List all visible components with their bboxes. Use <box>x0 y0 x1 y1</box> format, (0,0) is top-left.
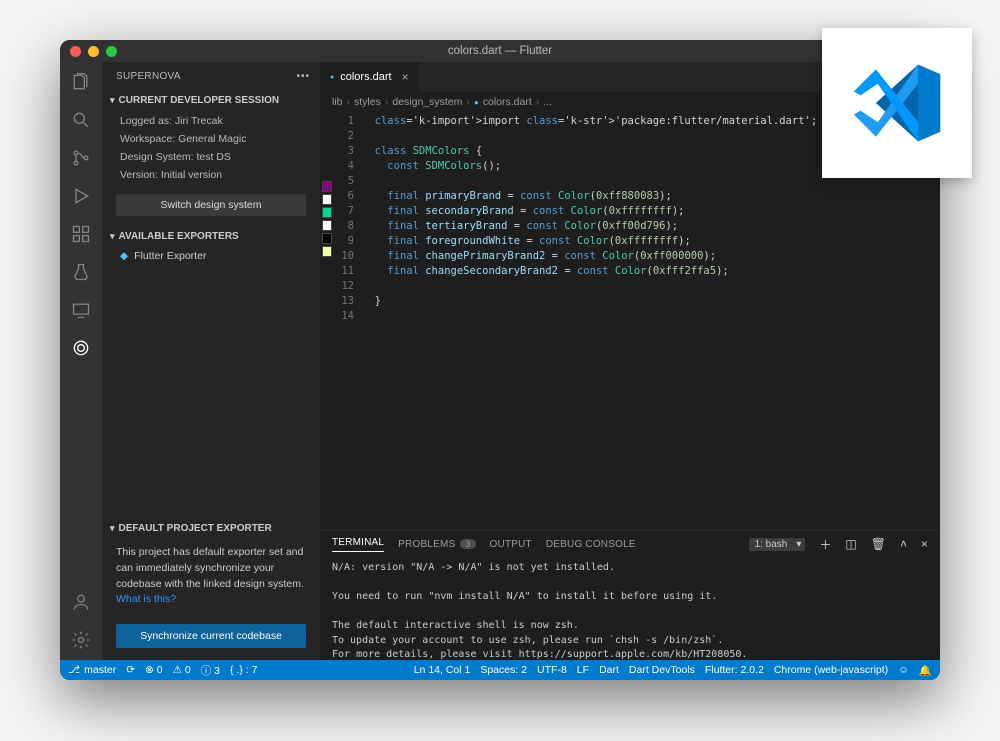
git-branch-icon: ⎇ <box>68 664 80 676</box>
section-label: DEFAULT PROJECT EXPORTER <box>119 523 272 534</box>
status-braces[interactable]: { .} : 7 <box>230 664 257 676</box>
status-info[interactable]: ⓘ 3 <box>201 663 220 678</box>
explorer-icon[interactable] <box>69 70 93 94</box>
terminal-selector[interactable]: 1: bash ▾ <box>749 538 806 551</box>
dart-file-icon: ● <box>474 98 479 107</box>
switch-design-system-button[interactable]: Switch design system <box>116 194 306 216</box>
terminal-output[interactable]: N/A: version "N/A -> N/A" is not yet ins… <box>320 557 940 660</box>
panel-tab-debug[interactable]: DEBUG CONSOLE <box>546 539 636 550</box>
sidebar-header: SUPERNOVA ••• <box>102 62 320 90</box>
vscode-window: colors.dart — Flutter <box>60 40 940 680</box>
status-language[interactable]: Dart <box>599 664 619 676</box>
more-icon[interactable]: ••• <box>296 71 310 82</box>
breadcrumb-item[interactable]: colors.dart <box>483 96 532 108</box>
settings-gear-icon[interactable] <box>69 628 93 652</box>
tab-label: colors.dart <box>340 71 391 83</box>
status-branch[interactable]: ⎇ master <box>68 664 116 676</box>
section-developer-session[interactable]: ▾ CURRENT DEVELOPER SESSION <box>102 90 320 111</box>
testing-icon[interactable] <box>69 260 93 284</box>
breadcrumb-item[interactable]: ... <box>543 96 552 108</box>
status-bell-icon[interactable]: 🔔 <box>919 664 932 677</box>
status-eol[interactable]: LF <box>577 664 589 676</box>
flutter-icon: ◆ <box>120 250 128 262</box>
status-branch-label: master <box>84 664 116 676</box>
remote-icon[interactable] <box>69 298 93 322</box>
terminal-selector-label: 1: bash <box>755 539 788 550</box>
status-errors[interactable]: ⊗ 0 <box>145 664 163 676</box>
breadcrumb-item[interactable]: design_system <box>392 96 462 108</box>
color-swatch-gutter <box>320 112 332 530</box>
section-label: CURRENT DEVELOPER SESSION <box>119 95 280 106</box>
status-feedback-icon[interactable]: ☺ <box>898 664 909 676</box>
chevron-down-icon: ▾ <box>110 231 115 242</box>
traffic-lights <box>70 46 117 57</box>
synchronize-codebase-button[interactable]: Synchronize current codebase <box>116 624 306 648</box>
status-cursor[interactable]: Ln 14, Col 1 <box>414 664 471 676</box>
extensions-icon[interactable] <box>69 222 93 246</box>
split-terminal-icon[interactable]: ◫ <box>845 537 856 551</box>
default-exporter-text: This project has default exporter set an… <box>102 539 320 618</box>
exporter-label: Flutter Exporter <box>134 250 206 262</box>
sidebar-title: SUPERNOVA <box>116 71 181 82</box>
dart-file-icon: ● <box>330 74 334 81</box>
status-devtools[interactable]: Dart DevTools <box>629 664 695 676</box>
titlebar: colors.dart — Flutter <box>60 40 940 62</box>
close-panel-icon[interactable]: × <box>921 537 928 551</box>
maximize-panel-icon[interactable]: ˄ <box>900 537 907 551</box>
chevron-down-icon: ▾ <box>110 95 115 106</box>
session-design-system: Design System: test DS <box>120 149 302 167</box>
status-encoding[interactable]: UTF-8 <box>537 664 567 676</box>
session-logged-as: Logged as: Jiri Trecak <box>120 113 302 131</box>
default-exporter-desc: This project has default exporter set an… <box>116 546 304 590</box>
status-warnings[interactable]: ⚠ 0 <box>173 664 191 676</box>
chevron-down-icon: ▾ <box>796 539 801 550</box>
session-info: Logged as: Jiri Trecak Workspace: Genera… <box>102 111 320 190</box>
breadcrumb-item[interactable]: styles <box>354 96 381 108</box>
panel-tab-problems-label: PROBLEMS <box>398 539 455 550</box>
session-version: Version: Initial version <box>120 167 302 185</box>
close-window-button[interactable] <box>70 46 81 57</box>
panel-tab-terminal[interactable]: TERMINAL <box>332 537 384 552</box>
section-available-exporters[interactable]: ▾ AVAILABLE EXPORTERS <box>102 226 320 247</box>
session-workspace: Workspace: General Magic <box>120 131 302 149</box>
status-bar: ⎇ master ⟳ ⊗ 0 ⚠ 0 ⓘ 3 { .} : 7 Ln 14, C… <box>60 660 940 680</box>
tab-close-icon[interactable]: × <box>402 70 409 84</box>
panel-tab-problems[interactable]: PROBLEMS 3 <box>398 539 475 550</box>
status-sync[interactable]: ⟳ <box>126 664 135 676</box>
status-spaces[interactable]: Spaces: 2 <box>480 664 527 676</box>
panel-tab-output[interactable]: OUTPUT <box>490 539 532 550</box>
vscode-logo-icon <box>849 55 945 151</box>
new-terminal-icon[interactable]: ＋ <box>819 536 831 553</box>
section-default-exporter[interactable]: ▾ DEFAULT PROJECT EXPORTER <box>102 518 320 539</box>
vscode-logo-overlay <box>822 28 972 178</box>
run-debug-icon[interactable] <box>69 184 93 208</box>
chevron-down-icon: ▾ <box>110 523 115 534</box>
search-icon[interactable] <box>69 108 93 132</box>
breadcrumb-item[interactable]: lib <box>332 96 343 108</box>
activity-bar <box>60 62 102 660</box>
kill-terminal-icon[interactable]: 🗑 <box>871 537 886 551</box>
status-device[interactable]: Chrome (web-javascript) <box>774 664 888 676</box>
maximize-window-button[interactable] <box>106 46 117 57</box>
accounts-icon[interactable] <box>69 590 93 614</box>
source-control-icon[interactable] <box>69 146 93 170</box>
window-title: colors.dart — Flutter <box>60 45 940 57</box>
line-number-gutter: 1234567891011121314 <box>332 112 362 530</box>
tab-colors-dart[interactable]: ● colors.dart × <box>320 62 420 92</box>
problems-badge: 3 <box>460 539 475 549</box>
panel-tabs: TERMINAL PROBLEMS 3 OUTPUT DEBUG CONSOLE… <box>320 531 940 557</box>
bottom-panel: TERMINAL PROBLEMS 3 OUTPUT DEBUG CONSOLE… <box>320 530 940 660</box>
supernova-icon[interactable] <box>69 336 93 360</box>
what-is-this-link[interactable]: What is this? <box>116 593 176 605</box>
sidebar: SUPERNOVA ••• ▾ CURRENT DEVELOPER SESSIO… <box>102 62 320 660</box>
section-label: AVAILABLE EXPORTERS <box>119 231 239 242</box>
minimize-window-button[interactable] <box>88 46 99 57</box>
exporter-item-flutter[interactable]: ◆ Flutter Exporter <box>102 247 320 265</box>
status-flutter[interactable]: Flutter: 2.0.2 <box>705 664 764 676</box>
